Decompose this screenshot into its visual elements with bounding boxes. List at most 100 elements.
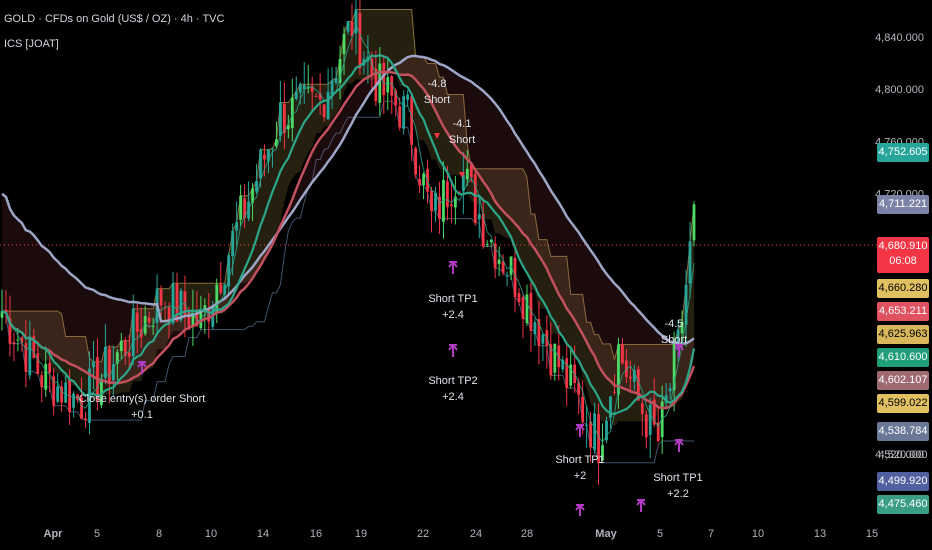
candle-body [278, 102, 282, 137]
price-chart[interactable]: 4,840.0004,800.0004,760.0004,720.0004,52… [0, 0, 932, 550]
time-tick-label: 10 [205, 528, 217, 540]
candle-body [422, 173, 425, 186]
time-axis-bg [0, 516, 877, 550]
candle-body [485, 243, 489, 245]
price-badge: 4,711.221 [877, 195, 929, 214]
candle-body [298, 84, 302, 93]
candle-body [159, 289, 163, 306]
candle-body [28, 336, 32, 376]
annotation-close-entry: Close entry(s) order Short +0.1 [78, 393, 206, 421]
price-badge: 4,752.605 [877, 143, 929, 162]
candle-body [402, 96, 406, 129]
last-price-badge: 4,680.910 06:08 [877, 237, 929, 273]
candle-body [290, 97, 294, 128]
candle-body [589, 421, 592, 448]
annotation-short-tp1: Short TP1 +2 [555, 454, 605, 482]
candle-body [414, 148, 418, 175]
candle-body [446, 181, 449, 207]
price-badge: 4,625.963 [877, 325, 929, 344]
time-tick-label: 14 [257, 528, 269, 540]
candle-body [322, 104, 326, 118]
time-tick-label: 16 [310, 528, 322, 540]
time-tick-label: 22 [417, 528, 429, 540]
candle-body [235, 222, 239, 231]
candle-body [219, 284, 223, 293]
price-badge: 4,653.211 [877, 302, 929, 321]
candle-body [44, 363, 48, 390]
candle-body [497, 259, 501, 265]
candle-body [326, 91, 330, 120]
candle-body [644, 414, 648, 438]
candle-body [406, 94, 410, 100]
candle-body [525, 294, 529, 324]
candle-body [410, 96, 414, 145]
price-badge: 4,610.600 [877, 348, 929, 367]
candle-body [16, 339, 20, 341]
candle-body [342, 33, 346, 55]
candle-body [127, 352, 131, 357]
candle-body [263, 154, 266, 160]
candle-body [56, 386, 60, 402]
candle-body [668, 388, 672, 392]
candle-body [386, 77, 390, 93]
price-tick-label: 4,840.000 [875, 32, 924, 44]
time-tick-label: 13 [814, 528, 826, 540]
candle-body [382, 62, 386, 96]
candle-body [505, 275, 509, 277]
candle-body [215, 284, 219, 312]
time-tick-label: 19 [355, 528, 367, 540]
candle-body [648, 404, 652, 435]
time-tick-label: Apr [44, 528, 64, 540]
candle-body [334, 77, 338, 83]
candle-body [521, 297, 525, 319]
time-tick-label: 15 [866, 528, 878, 540]
candle-body [271, 148, 274, 150]
candle-body [581, 396, 585, 422]
candle-body [314, 96, 318, 98]
candle-body [692, 204, 696, 241]
annotation-short: -4.5 Short [660, 318, 688, 346]
chart-title: GOLD · CFDs on Gold (US$ / OZ) · 4h · TV… [4, 13, 225, 25]
chart-area[interactable]: 4,840.0004,800.0004,760.0004,720.0004,52… [0, 0, 932, 550]
candle-body [477, 214, 481, 220]
candle-body [64, 382, 68, 403]
candle-body [131, 308, 135, 357]
candle-body [36, 353, 40, 374]
candle-body [465, 168, 469, 180]
candle-body [12, 342, 16, 344]
candle-body [541, 334, 545, 344]
candle-body [533, 322, 537, 335]
candle-body [330, 80, 334, 95]
candle-body [430, 190, 433, 212]
candle-body [48, 362, 52, 373]
time-tick-label: 28 [521, 528, 533, 540]
annotation-short-tp2: Short TP2 +2.4 [428, 375, 478, 403]
annotation-short: -4.8 Short [423, 78, 451, 106]
candle-body [621, 344, 624, 364]
time-tick-label: May [595, 528, 617, 540]
annotation-short: -4.1 Short [448, 118, 476, 146]
time-tick-label: 5 [94, 528, 100, 540]
candle-body [231, 230, 235, 257]
candle-body [517, 293, 521, 303]
price-badge: 4,499.920 [877, 472, 929, 491]
candle-body [259, 149, 262, 179]
price-badge: 4,475.460 [877, 495, 929, 514]
candle-body [72, 393, 75, 408]
candle-body [613, 391, 616, 393]
candle-body [358, 12, 362, 69]
candle-body [40, 375, 44, 388]
candle-body [565, 358, 569, 388]
indicator-label[interactable]: ICS [JOAT] [4, 38, 59, 50]
candle-body [569, 364, 573, 386]
candle-body [135, 312, 139, 332]
annotation-short-tp1: Short TP1 +2.4 [428, 293, 478, 321]
candle-body [239, 195, 243, 220]
candle-body [553, 343, 557, 373]
price-badge: 4,660.280 [877, 279, 929, 298]
candle-body [346, 21, 350, 32]
time-tick-label: 8 [156, 528, 162, 540]
time-tick-label: 7 [708, 528, 714, 540]
candle-body [398, 106, 402, 128]
candle-body [450, 204, 453, 207]
